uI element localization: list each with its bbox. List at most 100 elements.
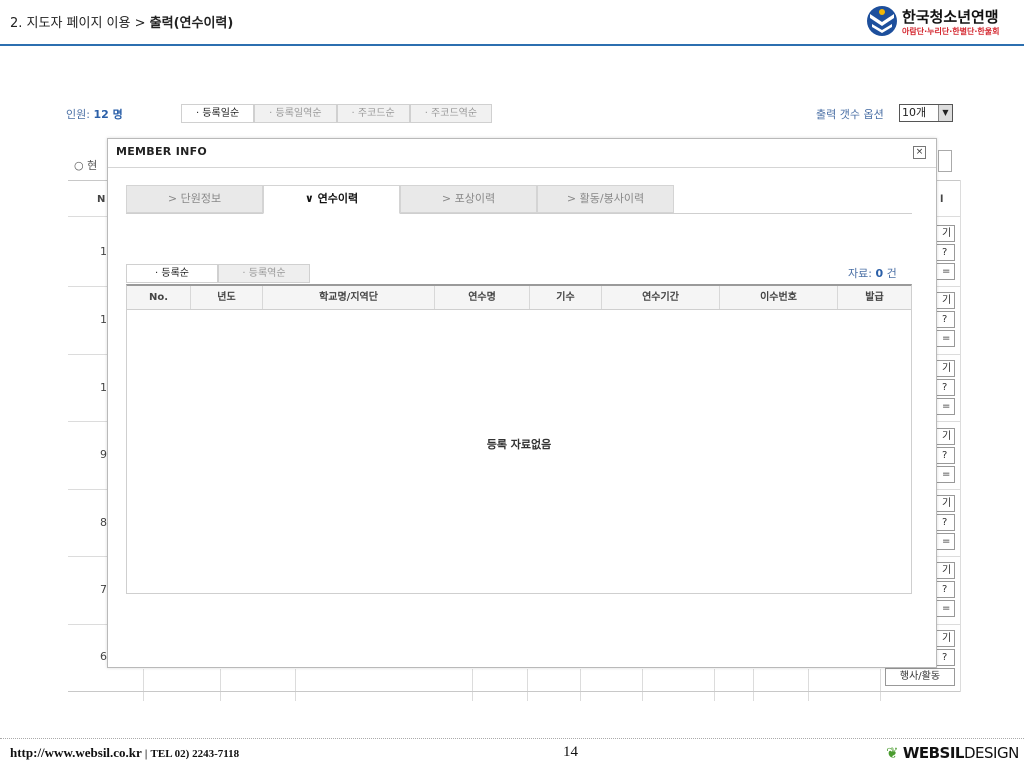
record-count-unit: 건: [886, 267, 897, 280]
bg-sort-button[interactable]: · 주코드순: [336, 104, 410, 123]
tab-member-info[interactable]: > 단원정보: [126, 185, 263, 213]
member-info-tabs: > 단원정보 ∨ 연수이력 > 포상이력 > 활동/봉사이력: [126, 185, 912, 214]
bg-column-divider: [580, 669, 581, 701]
bg-row-number: 1: [100, 313, 107, 326]
tab-training-history[interactable]: ∨ 연수이력: [263, 185, 400, 214]
record-sort-group: · 등록순 · 등록역순: [126, 264, 310, 283]
column-header-period: 연수기간: [602, 286, 720, 309]
bg-column-divider: [714, 669, 715, 701]
member-info-modal: MEMBER INFO × > 단원정보 ∨ 연수이력 > 포상이력 > 활동/…: [107, 138, 937, 668]
federation-emblem-icon: [867, 6, 897, 36]
record-count: 자료: 0 건: [848, 265, 897, 281]
footer-url[interactable]: http://www.websil.co.kr: [10, 745, 142, 760]
bg-row-number: 6: [100, 650, 107, 663]
bg-row-action-button[interactable]: ?: [936, 379, 955, 396]
bg-row-action-button[interactable]: 기: [936, 428, 955, 445]
event-activity-button[interactable]: 행사/활동: [885, 668, 955, 686]
table-header-row: No. 년도 학교명/지역단 연수명 기수 연수기간 이수번호 발급: [127, 286, 911, 310]
training-history-table: No. 년도 학교명/지역단 연수명 기수 연수기간 이수번호 발급 등록 자료…: [126, 284, 912, 594]
bg-row-action-button[interactable]: ?: [936, 244, 955, 261]
bg-column-last: l: [940, 194, 944, 205]
bg-row-action-button[interactable]: ?: [936, 447, 955, 464]
bg-row-action-button[interactable]: =: [936, 330, 955, 347]
bg-column-divider: [472, 669, 473, 701]
footer-tel: TEL 02) 2243-7118: [150, 748, 240, 760]
column-header-issue: 발급: [865, 292, 884, 303]
column-header-term: 기수: [530, 286, 602, 309]
bg-row-action-button[interactable]: 기: [936, 630, 955, 647]
modal-title-divider: [108, 167, 936, 168]
column-header-school: 학교명/지역단: [263, 286, 435, 309]
sort-registration-desc[interactable]: · 등록역순: [218, 264, 310, 283]
close-icon[interactable]: ×: [913, 146, 926, 159]
bg-row-action-button[interactable]: 기: [936, 292, 955, 309]
bg-column-divider: [527, 669, 528, 701]
bg-column-divider: [880, 669, 881, 701]
header-divider: [0, 44, 1024, 46]
record-count-label: 자료:: [848, 267, 872, 280]
bg-table-bottom-rule: [68, 691, 960, 692]
logo-sub-text: 아람단·누리단·한별단·한울회: [902, 27, 1000, 36]
bg-column-divider: [753, 669, 754, 701]
federation-logo: 한국청소년연맹 아람단·누리단·한별단·한울회: [864, 4, 1024, 40]
bg-sort-button[interactable]: · 등록일순: [181, 104, 255, 123]
bg-row-number: 1: [100, 245, 107, 258]
dropdown-arrow-icon: ▼: [938, 105, 952, 121]
bg-column-no: N: [97, 194, 106, 205]
bg-row-number: 7: [100, 583, 107, 596]
bg-sort-button[interactable]: · 주코드역순: [409, 104, 493, 123]
bg-radio-option[interactable]: ○ 현: [74, 157, 97, 173]
column-header-no: No.: [127, 286, 191, 309]
websil-logo: ❦ WEBSILDESIGN: [886, 744, 1019, 762]
bg-row-action-button[interactable]: =: [936, 600, 955, 617]
bg-column-divider: [808, 669, 809, 701]
bg-row-action-button[interactable]: =: [936, 398, 955, 415]
brand-light: DESIGN: [963, 744, 1019, 762]
bg-radio-label: 현: [87, 159, 98, 172]
member-count: 인원: 12 명: [66, 106, 123, 122]
bg-row-action-button[interactable]: 기: [936, 562, 955, 579]
output-count-select[interactable]: 10개 ▼: [899, 104, 953, 122]
bg-sort-button[interactable]: · 등록일역순: [254, 104, 337, 123]
column-header-completion-no: 이수번호: [720, 286, 838, 309]
footer-separator: |: [144, 748, 148, 760]
bg-row-action-button[interactable]: =: [936, 263, 955, 280]
brand-bold: WEBSIL: [902, 744, 965, 762]
page-number: 14: [563, 744, 578, 760]
bg-sort-group: · 등록일순 · 등록일역순 · 주코드순 · 주코드역순: [181, 104, 493, 123]
bg-row-action-button[interactable]: 기: [936, 360, 955, 377]
bg-row-number: 1: [100, 381, 107, 394]
bg-row-action-button[interactable]: =: [936, 466, 955, 483]
output-option-label: 출력 갯수 옵션: [816, 108, 884, 121]
bg-row-number: 8: [100, 516, 107, 529]
bg-row-action-button[interactable]: =: [936, 533, 955, 550]
bg-row-action-button[interactable]: ?: [936, 514, 955, 531]
bg-table-edge: [960, 180, 961, 692]
record-count-value: 0: [875, 267, 884, 280]
tab-activity-history[interactable]: > 활동/봉사이력: [537, 185, 674, 213]
footer-divider: [0, 738, 1024, 739]
footer-contact: http://www.websil.co.kr | TEL 02) 2243-7…: [10, 745, 239, 761]
bg-row-action-button[interactable]: ?: [936, 581, 955, 598]
bg-column-divider: [295, 669, 296, 701]
bg-row-number: 9: [100, 448, 107, 461]
bg-row-action-button[interactable]: ?: [936, 649, 955, 666]
sort-registration-asc[interactable]: · 등록순: [126, 264, 218, 283]
member-count-value: 12 명: [93, 108, 123, 121]
breadcrumb-prefix: 2. 지도자 페이지 이용 >: [10, 16, 146, 31]
modal-title: MEMBER INFO: [116, 145, 208, 158]
bg-row-action-button[interactable]: 기: [936, 225, 955, 242]
bg-column-divider: [642, 669, 643, 701]
column-header-year: 년도: [191, 286, 263, 309]
page-breadcrumb: 2. 지도자 페이지 이용 > 출력(연수이력): [10, 12, 233, 31]
websil-leaf-icon: ❦: [886, 744, 899, 762]
bg-row-action-button[interactable]: ?: [936, 311, 955, 328]
logo-main-text: 한국청소년연맹: [902, 8, 999, 26]
bg-row-action-button[interactable]: 기: [936, 495, 955, 512]
bg-column-divider: [220, 669, 221, 701]
empty-table-message: 등록 자료없음: [486, 438, 552, 451]
output-count-value: 10개: [902, 106, 927, 119]
member-count-label: 인원:: [66, 108, 90, 121]
tab-award-history[interactable]: > 포상이력: [400, 185, 537, 213]
bg-search-input[interactable]: [938, 150, 952, 172]
